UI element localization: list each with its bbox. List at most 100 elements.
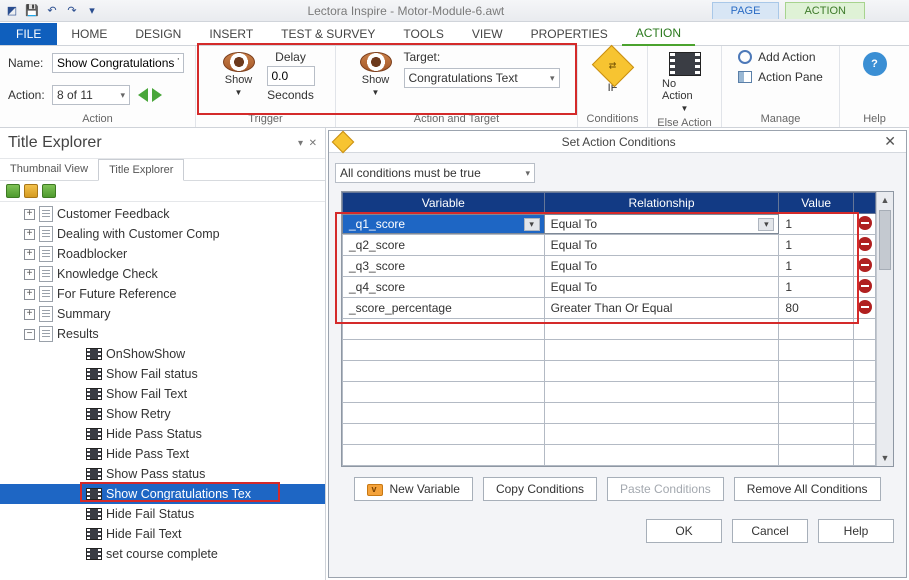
panel-menu-icon[interactable]: ▾ ✕ xyxy=(298,138,317,149)
scroll-down-icon[interactable]: ▼ xyxy=(877,450,893,466)
context-tab-page[interactable]: PAGE xyxy=(712,2,780,19)
condition-mode-combo[interactable]: All conditions must be true xyxy=(335,163,535,183)
expand-icon[interactable]: + xyxy=(24,309,35,320)
expand-icon[interactable]: + xyxy=(24,289,35,300)
expand-icon[interactable]: + xyxy=(24,249,35,260)
condition-row-empty[interactable] xyxy=(343,340,876,361)
tree-page[interactable]: +Customer Feedback xyxy=(0,204,325,224)
tree-action[interactable]: Show Retry xyxy=(0,404,325,424)
value-cell[interactable]: 1 xyxy=(779,235,853,255)
condition-row-empty[interactable] xyxy=(343,382,876,403)
new-variable-button[interactable]: New Variable xyxy=(354,477,472,501)
name-input[interactable] xyxy=(52,53,184,73)
expand-icon[interactable]: − xyxy=(24,329,35,340)
value-cell[interactable]: 1 xyxy=(779,214,853,234)
scroll-thumb[interactable] xyxy=(879,210,891,270)
grid-scrollbar[interactable]: ▲ ▼ xyxy=(876,192,893,466)
tree-page[interactable]: +Knowledge Check xyxy=(0,264,325,284)
help-button[interactable]: ? xyxy=(857,50,893,78)
tree-page[interactable]: −Results xyxy=(0,324,325,344)
delete-row-icon[interactable] xyxy=(858,216,872,230)
next-action-icon[interactable] xyxy=(152,88,166,102)
tree-action[interactable]: OnShowShow xyxy=(0,344,325,364)
delete-row-icon[interactable] xyxy=(858,300,872,314)
variable-cell[interactable]: _q1_score xyxy=(342,214,545,234)
relationship-cell[interactable]: Equal To xyxy=(544,214,780,234)
delete-row-icon[interactable] xyxy=(858,279,872,293)
expand-icon[interactable]: + xyxy=(24,269,35,280)
context-tab-action[interactable]: ACTION xyxy=(785,2,865,19)
close-icon[interactable]: ✕ xyxy=(880,133,900,150)
tree-page[interactable]: +Dealing with Customer Comp xyxy=(0,224,325,244)
qat-more-icon[interactable]: ▾ xyxy=(84,3,100,19)
condition-row[interactable]: _q3_score Equal To 1 xyxy=(343,256,876,277)
undo-icon[interactable]: ↶ xyxy=(44,3,60,19)
else-action-button[interactable]: No Action▼ xyxy=(656,50,713,115)
save-icon[interactable]: 💾 xyxy=(24,3,40,19)
condition-row[interactable]: _q2_score Equal To 1 xyxy=(343,235,876,256)
remove-all-conditions-button[interactable]: Remove All Conditions xyxy=(734,477,881,501)
tree-action[interactable]: Show Fail Text xyxy=(0,384,325,404)
add-action-button[interactable]: Add Action xyxy=(738,50,815,64)
variable-cell[interactable]: _q3_score xyxy=(343,256,544,276)
copy-conditions-button[interactable]: Copy Conditions xyxy=(483,477,597,501)
delete-row-icon[interactable] xyxy=(858,237,872,251)
value-cell[interactable]: 80 xyxy=(779,298,853,318)
action-show-button[interactable]: Show▼ xyxy=(354,50,398,99)
condition-row[interactable]: _q4_score Equal To 1 xyxy=(343,277,876,298)
delete-row-icon[interactable] xyxy=(858,258,872,272)
tree-action[interactable]: Show Fail status xyxy=(0,364,325,384)
action-index-combo[interactable]: 8 of 11 xyxy=(52,85,130,105)
ribbon-tab-design[interactable]: DESIGN xyxy=(121,23,195,45)
expand-icon[interactable]: + xyxy=(24,209,35,220)
tree-page[interactable]: +Roadblocker xyxy=(0,244,325,264)
expand-icon[interactable]: + xyxy=(24,229,35,240)
tree-page[interactable]: +For Future Reference xyxy=(0,284,325,304)
help-button[interactable]: Help xyxy=(818,519,894,543)
target-combo[interactable]: Congratulations Text xyxy=(404,68,560,88)
ribbon-tab-insert[interactable]: INSERT xyxy=(195,23,267,45)
tree-action[interactable]: Hide Fail Status xyxy=(0,504,325,524)
relationship-cell[interactable]: Greater Than Or Equal xyxy=(545,298,779,318)
action-pane-button[interactable]: Action Pane xyxy=(738,70,823,84)
value-cell[interactable]: 1 xyxy=(779,277,853,297)
ribbon-tab-file[interactable]: FILE xyxy=(0,23,57,45)
relationship-cell[interactable]: Equal To xyxy=(545,277,779,297)
condition-row-empty[interactable] xyxy=(343,403,876,424)
condition-row-empty[interactable] xyxy=(343,319,876,340)
if-button[interactable]: ⇄IF xyxy=(591,50,635,96)
resource-icon[interactable] xyxy=(24,184,38,198)
condition-row[interactable]: _q1_score Equal To 1 xyxy=(343,214,876,235)
condition-row-empty[interactable] xyxy=(343,424,876,445)
ok-button[interactable]: OK xyxy=(646,519,722,543)
relationship-cell[interactable]: Equal To xyxy=(545,235,779,255)
ribbon-tab-tools[interactable]: TOOLS xyxy=(389,23,457,45)
ribbon-tab-test[interactable]: TEST & SURVEY xyxy=(267,23,389,45)
tree-page[interactable]: +Summary xyxy=(0,304,325,324)
condition-row-empty[interactable] xyxy=(343,361,876,382)
trigger-show-button[interactable]: Show▼ xyxy=(217,50,261,99)
ribbon-tab-view[interactable]: VIEW xyxy=(458,23,517,45)
resource-icon[interactable] xyxy=(42,184,56,198)
variable-cell[interactable]: _q2_score xyxy=(343,235,544,255)
variable-cell[interactable]: _score_percentage xyxy=(343,298,544,318)
ribbon-tab-home[interactable]: HOME xyxy=(57,23,121,45)
resource-icon[interactable] xyxy=(6,184,20,198)
tab-title-explorer[interactable]: Title Explorer xyxy=(98,159,184,181)
scroll-up-icon[interactable]: ▲ xyxy=(877,192,893,208)
condition-row-empty[interactable] xyxy=(343,445,876,466)
tree-action[interactable]: Hide Pass Text xyxy=(0,444,325,464)
relationship-cell[interactable]: Equal To xyxy=(545,256,779,276)
delay-input[interactable] xyxy=(267,66,315,86)
tree-action[interactable]: Hide Fail Text xyxy=(0,524,325,544)
redo-icon[interactable]: ↷ xyxy=(64,3,80,19)
variable-cell[interactable]: _q4_score xyxy=(343,277,544,297)
tree-action[interactable]: Hide Pass Status xyxy=(0,424,325,444)
condition-row[interactable]: _score_percentage Greater Than Or Equal … xyxy=(343,298,876,319)
ribbon-tab-action[interactable]: ACTION xyxy=(622,22,695,46)
tree-action[interactable]: set course complete xyxy=(0,544,325,564)
tree-action[interactable]: Show Pass status xyxy=(0,464,325,484)
ribbon-tab-properties[interactable]: PROPERTIES xyxy=(517,23,622,45)
tab-thumbnail[interactable]: Thumbnail View xyxy=(0,159,98,180)
tree[interactable]: +Customer Feedback+Dealing with Customer… xyxy=(0,202,325,580)
